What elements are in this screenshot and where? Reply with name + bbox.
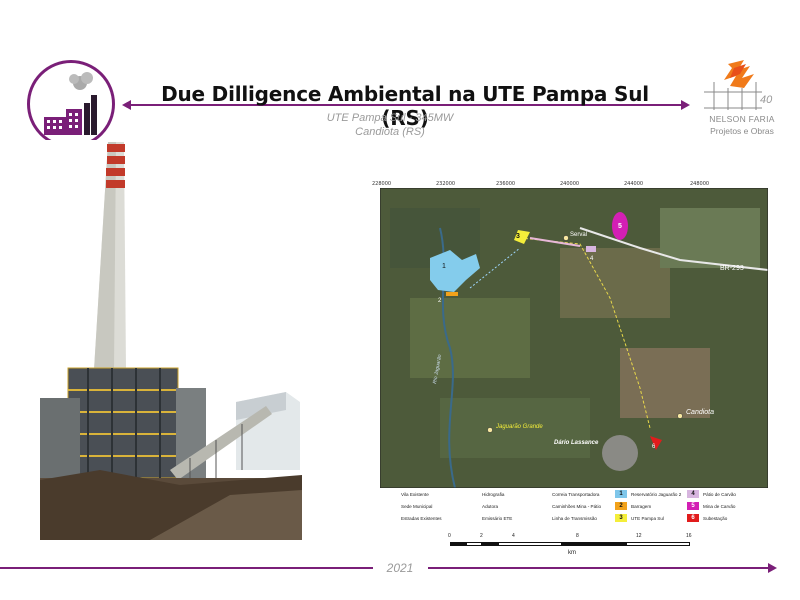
scale-segment [466,542,482,546]
legend-correia: Correia Transportadora [552,492,600,497]
scale-tick: 0 [448,533,451,539]
scale-tick: 2 [480,533,483,539]
scale-segment [450,542,466,546]
legend-linha: Linha de Transmissão [552,516,597,521]
scale-tick: 8 [576,533,579,539]
company-logo [27,60,115,148]
satellite-map: 3 4 5 6 1 2 Serval BR-293 Candiota Jagua… [380,188,768,488]
map-legend: Vila Existente Sede Municipal Estradas E… [387,490,772,526]
legend-box-3: 3 [615,514,627,522]
scale-segment [626,542,690,546]
place-serval: Serval [570,232,587,238]
scale-unit: km [568,550,576,556]
legend-caminhoes: Caminhões Mina - Pátio [552,504,602,509]
power-plant-photo [40,140,302,540]
legend-emissario: Emissário ETE [482,516,513,521]
footer-year: 2021 [386,561,414,575]
legend-mina: Mina de Carvão [703,504,736,509]
page-subtitle: UTE Pampa Sul - 345MW Candiota (RS) [300,111,480,139]
brand-tagline: Projetos e Obras [710,126,774,136]
scale-tick: 12 [636,533,642,539]
coord-x-1: 228000 [372,181,392,187]
marker-1: 1 [442,263,446,270]
scale-segment [562,542,626,546]
legend-adutora: Adutora [482,504,499,509]
place-dario: Dário Lassance [554,440,599,446]
scale-tick: 4 [512,533,515,539]
place-candiota: Candiota [686,409,714,416]
legend-box-2: 2 [615,502,627,510]
legend-patio: Pátio de Carvão [703,492,736,497]
subtitle-plant: UTE Pampa Sul - 345MW [326,112,454,124]
footer-line-left [0,567,373,569]
coord-x-2: 232000 [436,181,456,187]
scale-segment [498,542,562,546]
legend-barragem: Barragem [631,504,652,509]
legend-box-5: 5 [687,502,699,510]
coord-x-3: 236000 [496,181,516,187]
place-highway: BR-293 [720,265,744,272]
legend-hidrografia: Hidrografia [482,492,505,497]
legend-estradas: Estradas Existentes [401,516,442,521]
title-arrow-right [681,100,690,110]
legend-box-1: 1 [615,490,627,498]
footer-line-right [428,567,768,569]
legend-sede: Sede Municipal [401,504,433,509]
scale-segment [482,542,498,546]
coord-x-5: 244000 [624,181,644,187]
footer-arrow [768,563,777,573]
brand-name: NELSON FARIA [709,114,775,124]
marker-5: 5 [618,223,622,230]
coord-x-6: 248000 [690,181,710,187]
site-map: 3 4 5 6 1 2 Serval BR-293 Candiota Jagua… [372,180,777,560]
scale-tick: 16 [686,533,692,539]
coord-x-4: 240000 [560,181,580,187]
legend-reservatorio: Reservatório Jaguarão 2 [631,492,682,497]
place-jaguarao: Jaguarão Grande [495,424,543,430]
legend-box-4: 4 [687,490,699,498]
legend-box-6: 6 [687,514,699,522]
subtitle-location: Candiota (RS) [355,126,425,138]
factory-icon [44,72,97,135]
legend-ute: UTE Pampa Sul [631,516,664,521]
anniversary-badge: 40 [760,94,773,106]
marker-3: 3 [516,233,520,240]
legend-subestacao: Subestação [703,516,728,521]
legend-vila: Vila Existente [401,492,429,497]
